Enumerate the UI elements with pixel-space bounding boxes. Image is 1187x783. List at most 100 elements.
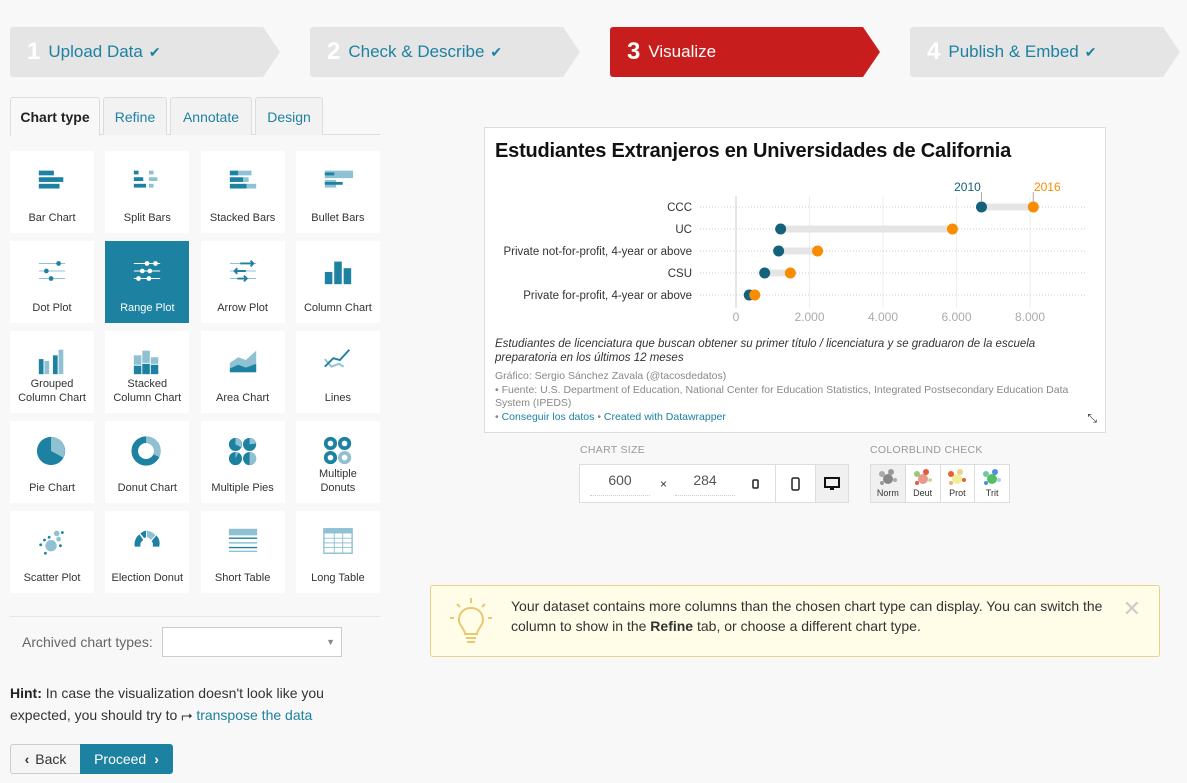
chart-type-range-plot[interactable]: Range Plot [105,241,190,323]
info-alert: Your dataset contains more columns than … [430,585,1160,657]
dropdown-arrow-icon: ▼ [326,637,335,647]
chart-type-label: Donut Chart [117,482,177,494]
mode-label: Trit [985,488,999,498]
chart-type-stacked-column-chart[interactable]: Stacked Column Chart [105,331,190,413]
checkmark-icon: ✔ [490,43,503,60]
lightbulb-icon [450,598,492,643]
alert-bold: Refine [650,618,694,634]
chart-type-label: Range Plot [120,302,175,314]
transpose-icon: ⮣ [181,707,197,723]
chart-type-election-donut[interactable]: Election Donut [105,511,190,593]
x-tick-label: 6.000 [941,310,971,324]
lines-icon [324,349,350,368]
step-check-describe[interactable]: 2 Check & Describe ✔ [310,27,580,77]
chart-type-multiple-pies[interactable]: Multiple Pies [200,421,285,503]
colorblind-deut-icon [913,469,932,485]
dot-2010 [775,223,787,235]
resize-handle-icon[interactable]: ⤡ [1087,411,1097,426]
colorblind-prot-button[interactable]: Prot [939,465,975,502]
separator: • [594,410,604,423]
split-bars-icon [134,170,158,188]
donut-chart-icon [131,436,162,466]
tab-refine[interactable]: Refine [103,97,167,135]
chart-type-label: Arrow Plot [217,302,268,314]
colorblind-trit-button[interactable]: Trit [974,465,1009,502]
dot-2010 [975,201,987,213]
chart-type-label: Long Table [311,572,365,584]
colorblind-prot-icon [948,469,967,485]
tab-chart-type[interactable]: Chart type [10,97,100,136]
close-icon[interactable]: ✕ [1123,596,1141,622]
archived-chart-types-select[interactable]: ▼ [162,627,342,657]
times-sign: × [660,477,668,491]
grouped-column-icon [38,349,64,375]
colorblind-norm-button[interactable]: Norm [871,465,905,502]
chart-type-split-bars[interactable]: Split Bars [105,151,190,233]
chart-type-lines[interactable]: Lines [295,331,380,413]
dot-2016 [784,267,796,279]
category-label: CSU [668,268,692,280]
get-data-link[interactable]: Conseguir los datos [502,411,595,423]
chart-type-area-chart[interactable]: Area Chart [200,331,285,413]
chart-type-bullet-bars[interactable]: Bullet Bars [295,151,380,233]
step-label: Upload Data [48,42,143,61]
datawrapper-link[interactable]: Created with Datawrapper [604,411,726,423]
chart-type-short-table[interactable]: Short Table [200,511,285,593]
chart-type-label: Pie Chart [29,482,75,494]
category-label: Private for-profit, 4-year or above [523,290,692,302]
chart-type-bar-chart[interactable]: Bar Chart [10,151,94,233]
transpose-link[interactable]: transpose the data [196,707,312,723]
height-input[interactable]: 284 [675,472,736,496]
back-button[interactable]: ‹ Back [10,744,81,774]
back-label: Back [35,751,67,767]
desktop-button[interactable] [815,465,848,502]
chart-type-label: Scatter Plot [23,572,81,584]
area-chart-icon [229,350,256,373]
chart-type-grouped-column-chart[interactable]: Grouped Column Chart [10,331,94,413]
chart-type-label: Stacked Column Chart [113,378,182,404]
step-upload-data[interactable]: 1 Upload Data ✔ [10,27,280,77]
chart-type-multiple-donuts[interactable]: Multiple Donuts [295,421,380,503]
step-label: Visualize [648,42,717,61]
chart-type-arrow-plot[interactable]: Arrow Plot [200,241,285,323]
chart-type-label: Election Donut [111,572,184,584]
workflow-steps: 1 Upload Data ✔ 2 Check & Describe ✔ 3 Visual… [10,27,1180,77]
separator: • [495,410,502,423]
width-input[interactable]: 600 [590,472,650,496]
step-number: 4 [927,38,941,65]
alert-text: tab, or choose a different chart type. [693,618,921,634]
election-donut-icon [134,530,160,547]
colorblind-deut-button[interactable]: Deut [904,465,940,502]
chart-type-dot-plot[interactable]: Dot Plot [10,241,94,323]
chart-notes: Estudiantes de licenciatura que buscan o… [495,338,1036,364]
chart-type-stacked-bars[interactable]: Stacked Bars [200,151,285,233]
tab-design[interactable]: Design [255,97,323,135]
chart-type-long-table[interactable]: Long Table [295,511,380,593]
checkmark-icon: ✔ [1084,43,1097,60]
step-publish-embed[interactable]: 4 Publish & Embed ✔ [910,27,1180,77]
chart-type-column-chart[interactable]: Column Chart [295,241,380,323]
multiple-donuts-icon [323,436,352,465]
phone-button[interactable] [775,465,815,502]
long-table-icon [323,528,353,554]
chart-type-label: Short Table [214,572,271,584]
desktop-icon [824,476,840,490]
chart-type-label: Multiple Donuts [318,468,357,494]
chart-source: • Fuente: U.S. Department of Education, … [495,383,1069,410]
tab-annotate[interactable]: Annotate [170,97,252,135]
dot-2010 [759,267,771,279]
proceed-button[interactable]: Proceed › [80,744,173,774]
chart-type-pie-chart[interactable]: Pie Chart [10,421,94,503]
mode-label: Norm [876,488,899,498]
phone-small-button[interactable] [735,465,775,502]
category-label: CCC [667,202,692,214]
x-tick-label: 0 [733,310,740,324]
phone-small-icon [751,478,759,489]
short-table-icon [228,528,257,553]
chart-byline: Gráfico: Sergio Sánchez Zavala (@tacosde… [495,370,727,382]
chart-type-label: Lines [324,392,352,404]
phone-icon [791,476,800,491]
chart-type-scatter-plot[interactable]: Scatter Plot [10,511,94,593]
step-visualize[interactable]: 3 Visualize [610,27,880,77]
chart-type-donut-chart[interactable]: Donut Chart [105,421,190,503]
